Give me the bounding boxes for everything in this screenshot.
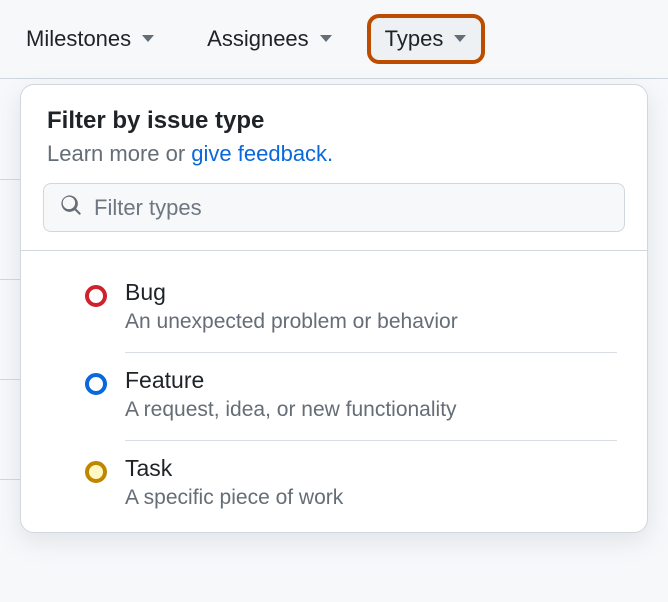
bug-color-icon: [85, 285, 107, 307]
type-name: Bug: [125, 279, 617, 306]
type-option-bug[interactable]: Bug An unexpected problem or behavior: [21, 265, 647, 353]
type-option-task[interactable]: Task A specific piece of work: [21, 441, 647, 522]
type-body: Feature A request, idea, or new function…: [125, 367, 617, 441]
type-option-feature[interactable]: Feature A request, idea, or new function…: [21, 353, 647, 441]
caret-down-icon: [141, 34, 155, 44]
subtitle-prefix: Learn more or: [47, 141, 191, 166]
types-filter-button[interactable]: Types: [371, 18, 482, 60]
types-label: Types: [385, 26, 444, 52]
type-name: Task: [125, 455, 617, 482]
assignees-filter-button[interactable]: Assignees: [193, 18, 347, 60]
types-dropdown-panel: Filter by issue type Learn more or give …: [20, 84, 648, 533]
type-description: A request, idea, or new functionality: [125, 398, 617, 422]
dropdown-header: Filter by issue type Learn more or give …: [21, 85, 647, 183]
type-body: Bug An unexpected problem or behavior: [125, 279, 617, 353]
background-row-lines: [0, 80, 20, 480]
search-icon: [60, 194, 82, 221]
caret-down-icon: [319, 34, 333, 44]
search-wrapper: [21, 183, 647, 250]
give-feedback-link[interactable]: give feedback.: [191, 141, 333, 166]
filter-types-input[interactable]: [94, 195, 608, 221]
search-box[interactable]: [43, 183, 625, 232]
feature-color-icon: [85, 373, 107, 395]
type-list: Bug An unexpected problem or behavior Fe…: [21, 251, 647, 532]
task-color-icon: [85, 461, 107, 483]
dropdown-title: Filter by issue type: [47, 107, 621, 135]
caret-down-icon: [453, 34, 467, 44]
type-description: A specific piece of work: [125, 486, 617, 510]
assignees-label: Assignees: [207, 26, 309, 52]
filter-toolbar: Milestones Assignees Types: [0, 0, 668, 79]
dropdown-subtitle: Learn more or give feedback.: [47, 141, 621, 167]
type-body: Task A specific piece of work: [125, 455, 617, 522]
type-description: An unexpected problem or behavior: [125, 310, 617, 334]
milestones-filter-button[interactable]: Milestones: [12, 18, 169, 60]
milestones-label: Milestones: [26, 26, 131, 52]
type-name: Feature: [125, 367, 617, 394]
